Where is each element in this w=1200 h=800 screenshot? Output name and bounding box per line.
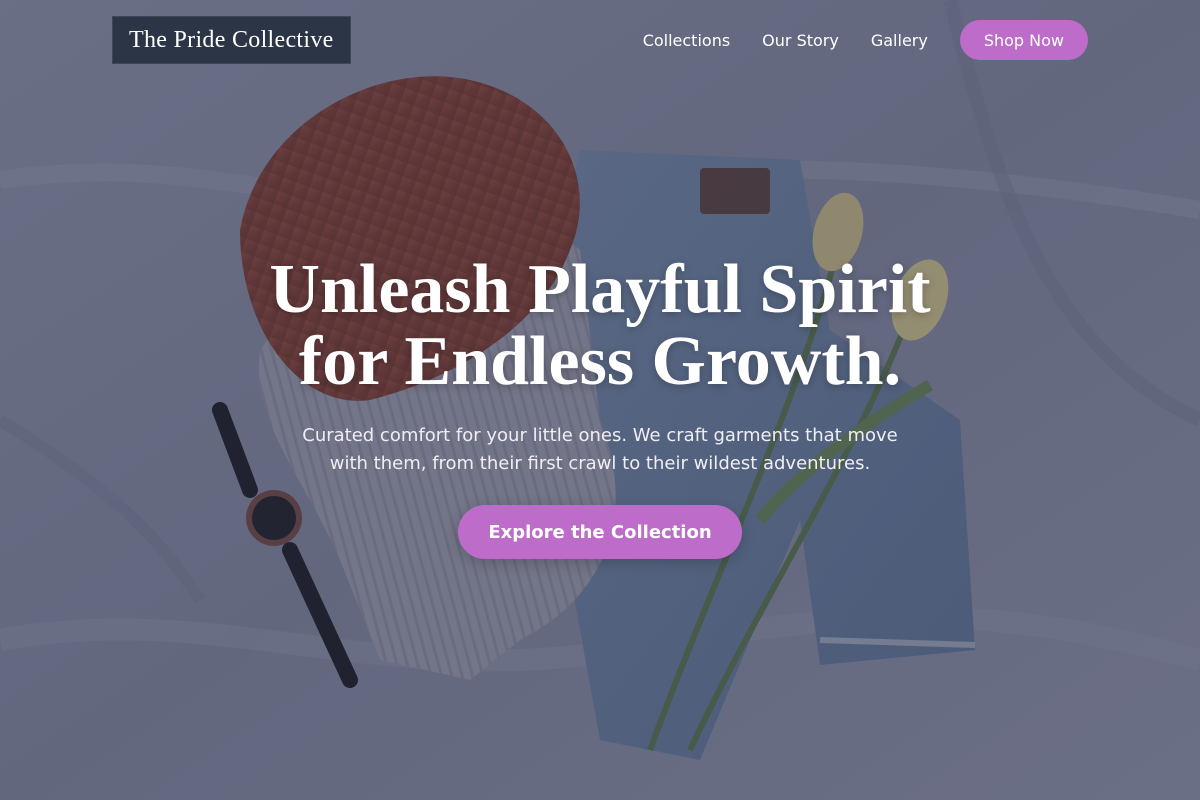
hero-title: Unleash Playful Spirit for Endless Growt… — [200, 254, 1000, 398]
hero-title-line-2: for Endless Growth. — [298, 323, 902, 400]
hero-title-line-1: Unleash Playful Spirit — [269, 251, 931, 328]
hero-section: Unleash Playful Spirit for Endless Growt… — [0, 0, 1200, 800]
hero-subtitle-line-1: Curated comfort for your little ones. We… — [302, 425, 898, 446]
explore-collection-button[interactable]: Explore the Collection — [458, 505, 742, 559]
hero-subtitle-line-2: with them, from their first crawl to the… — [329, 453, 871, 474]
hero-subtitle: Curated comfort for your little ones. We… — [250, 422, 950, 478]
